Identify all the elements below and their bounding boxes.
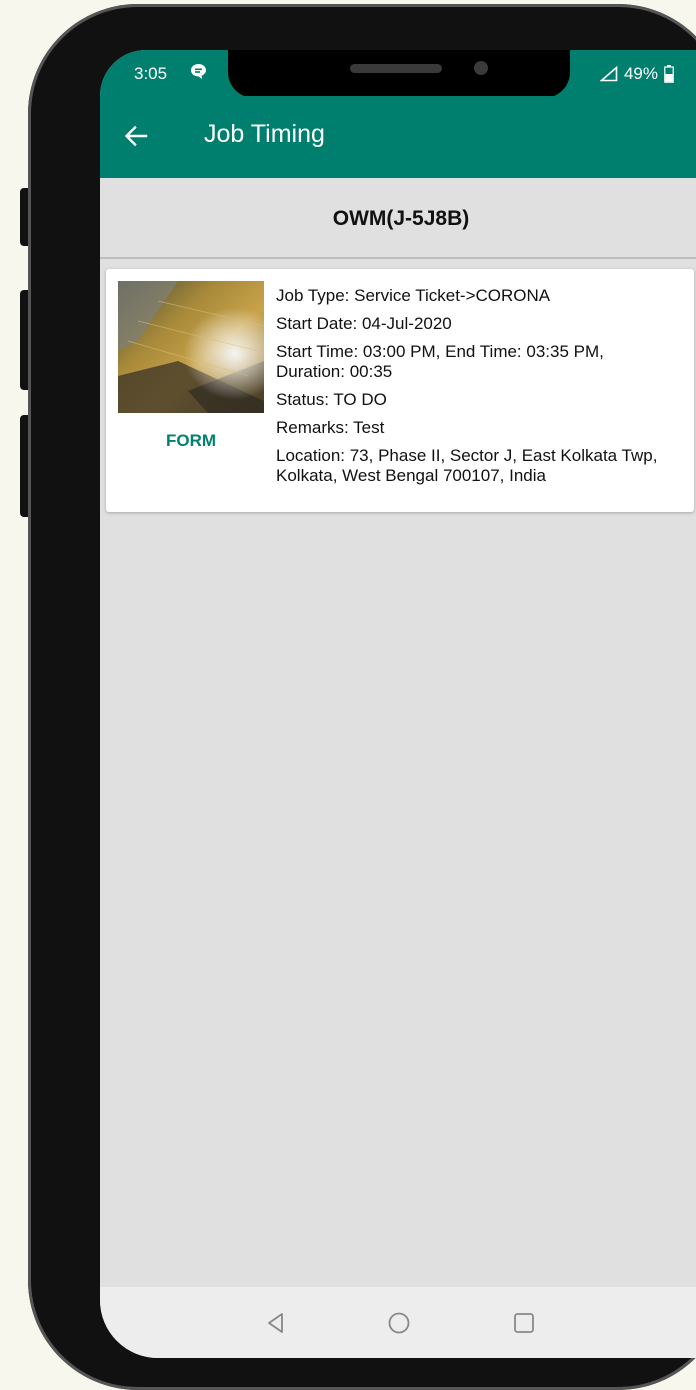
time-range: Start Time: 03:00 PM, End Time: 03:35 PM… — [276, 342, 604, 361]
remarks: Remarks: Test — [276, 418, 385, 437]
screen: 3:05 49% Job Timing OWM(J-5J8B) FORM Job… — [100, 50, 696, 1358]
status-right-group: 49% — [599, 64, 674, 84]
job-photo-thumbnail[interactable] — [118, 281, 264, 413]
earpiece-speaker — [350, 64, 442, 73]
battery-icon — [664, 65, 674, 83]
duration: Duration: 00:35 — [276, 362, 393, 381]
message-icon — [191, 64, 206, 79]
page-title: Job Timing — [204, 120, 325, 148]
camera-notch — [228, 50, 570, 98]
battery-percent: 49% — [623, 64, 658, 83]
job-code-header: OWM(J-5J8B) — [100, 178, 696, 259]
job-photo-image — [118, 281, 264, 413]
form-link[interactable]: FORM — [118, 431, 264, 451]
status: Status: TO DO — [276, 390, 387, 409]
location: Location: 73, Phase II, Sector J, East K… — [276, 446, 658, 485]
square-recent-icon[interactable] — [512, 1311, 536, 1335]
job-type: Job Type: Service Ticket->CORONA — [276, 286, 551, 305]
arrow-left-icon[interactable] — [124, 125, 148, 147]
system-nav-bar — [100, 1287, 696, 1358]
status-time: 3:05 — [134, 64, 168, 83]
circle-home-icon[interactable] — [387, 1311, 411, 1335]
job-card[interactable]: FORM Job Type: Service Ticket->CORONA St… — [106, 269, 694, 512]
phone-frame: 3:05 49% Job Timing OWM(J-5J8B) FORM Job… — [28, 4, 696, 1390]
triangle-back-icon[interactable] — [264, 1311, 288, 1335]
start-date: Start Date: 04-Jul-2020 — [276, 314, 452, 333]
signal-icon — [599, 66, 618, 82]
app-bar: Job Timing — [100, 96, 696, 178]
job-details: Job Type: Service Ticket->CORONA Start D… — [276, 286, 688, 486]
front-camera — [474, 61, 488, 75]
